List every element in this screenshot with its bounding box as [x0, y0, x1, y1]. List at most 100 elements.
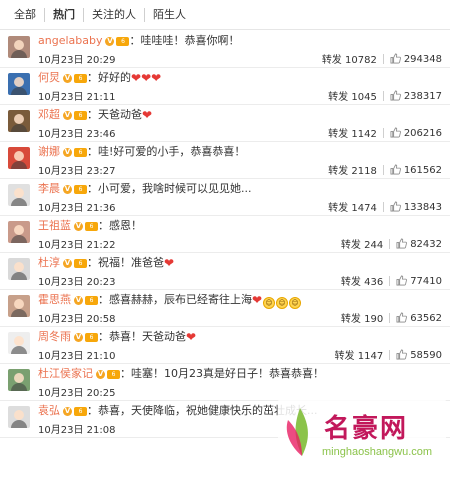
- thumbs-up-icon: [396, 275, 408, 285]
- repost-count: 10782: [345, 55, 377, 66]
- verified-badge-icon: V: [63, 407, 72, 416]
- like-button[interactable]: 206216: [390, 127, 442, 139]
- repost-label: 转发: [334, 351, 355, 362]
- verified-badge-icon: V: [63, 74, 72, 83]
- comment-text: 好好的: [98, 71, 131, 84]
- comment-line: 王祖蓝 V 6 ：感恩！: [38, 219, 142, 232]
- comment-line: 霍思燕 V 6 ：感喜赫赫，辰布已经寄往上海❤ ☺ ☺ ☺: [38, 293, 302, 309]
- comment-list: angelababy V 6 ：哇哇哇！恭喜你啊！ 10月23日 20:29 转发 1…: [0, 31, 450, 438]
- repost-button[interactable]: 转发 10782: [322, 51, 377, 66]
- comment-line: angelababy V 6 ：哇哇哇！恭喜你啊！: [38, 34, 240, 47]
- like-button[interactable]: 82432: [396, 238, 442, 250]
- like-button[interactable]: 161562: [390, 164, 442, 176]
- commenter-name[interactable]: 李晨: [38, 182, 60, 195]
- avatar[interactable]: [8, 332, 30, 354]
- comment-line: 谢娜 V 6 ：哇!好可爱的小手，恭喜恭喜！: [38, 145, 246, 158]
- comment-text: 哇!好可爱的小手，恭喜恭喜！: [98, 145, 246, 158]
- repost-label: 转发: [328, 166, 349, 177]
- like-button[interactable]: 58590: [396, 349, 442, 361]
- avatar[interactable]: [8, 110, 30, 132]
- comment-text: 天爸动爸: [98, 108, 142, 121]
- verified-badge-icon: V: [96, 370, 105, 379]
- commenter-name[interactable]: 周冬雨: [38, 330, 71, 343]
- repost-label: 转发: [340, 314, 361, 325]
- repost-count: 1142: [351, 129, 377, 140]
- repost-button[interactable]: 转发 1045: [328, 88, 377, 103]
- vip-badge-icon: 6: [74, 148, 87, 157]
- avatar[interactable]: [8, 73, 30, 95]
- smiley-emoji-icon: ☺: [276, 297, 289, 309]
- comment-time: 10月23日 20:23: [38, 277, 116, 288]
- thumbs-up-icon: [396, 349, 408, 359]
- avatar[interactable]: [8, 184, 30, 206]
- like-count: 161562: [403, 164, 442, 176]
- comment-actions: 转发 1147 58590: [335, 347, 442, 362]
- comment-row: 杜淳 V 6 ：祝福！准爸爸❤ 10月23日 20:23 转发 436 77410: [0, 253, 450, 290]
- thumbs-up-icon: [390, 90, 401, 100]
- commenter-name[interactable]: 邓超: [38, 108, 60, 121]
- like-count: 133843: [403, 201, 442, 213]
- repost-label: 转发: [321, 55, 342, 66]
- thumbs-up-icon: [390, 127, 401, 137]
- comment-text: 感喜赫赫，辰布已经寄往上海: [109, 293, 252, 306]
- comment-line: 周冬雨 V 6 ：恭喜！天爸动爸❤: [38, 330, 197, 344]
- avatar[interactable]: [8, 406, 30, 428]
- comment-line: 李晨 V 6 ：小可爱，我啥时候可以见见她...: [38, 182, 252, 195]
- repost-count: 1045: [351, 92, 377, 103]
- tab-all[interactable]: 全部: [6, 8, 44, 22]
- comment-time: 10月23日 23:46: [38, 129, 116, 140]
- repost-button[interactable]: 转发 1142: [328, 125, 377, 140]
- leaf-logo-icon: [286, 408, 308, 456]
- avatar[interactable]: [8, 147, 30, 169]
- commenter-name[interactable]: angelababy: [38, 34, 102, 47]
- commenter-name[interactable]: 王祖蓝: [38, 219, 71, 232]
- commenter-name[interactable]: 谢娜: [38, 145, 60, 158]
- repost-count: 1474: [351, 203, 377, 214]
- comment-time: 10月23日 20:25: [38, 388, 116, 399]
- heart-emoji-icon: ❤: [151, 71, 162, 85]
- tab-hot[interactable]: 热门: [44, 7, 83, 22]
- commenter-name[interactable]: 杜淳: [38, 256, 60, 269]
- repost-button[interactable]: 转发 436: [341, 273, 383, 288]
- like-button[interactable]: 238317: [390, 90, 442, 102]
- commenter-name[interactable]: 杜江侯家记: [38, 367, 93, 380]
- like-button[interactable]: 77410: [396, 275, 442, 287]
- like-count: 294348: [403, 53, 442, 65]
- commenter-name[interactable]: 何炅: [38, 71, 60, 84]
- heart-emoji-icon: ❤: [252, 293, 263, 307]
- repost-button[interactable]: 转发 2118: [328, 162, 377, 177]
- comment-time: 10月23日 21:36: [38, 203, 116, 214]
- avatar[interactable]: [8, 258, 30, 280]
- repost-button[interactable]: 转发 1474: [328, 199, 377, 214]
- like-button[interactable]: 133843: [390, 201, 442, 213]
- repost-button[interactable]: 转发 190: [341, 310, 383, 325]
- comment-text: 恭喜！天爸动爸: [109, 330, 186, 343]
- thumbs-up-icon: [390, 164, 401, 174]
- repost-count: 436: [364, 277, 384, 288]
- watermark-url: minghaoshangwu.com: [322, 446, 433, 458]
- commenter-name[interactable]: 霍思燕: [38, 293, 71, 306]
- smiley-emoji-icon: ☺: [289, 297, 302, 309]
- thumbs-up-icon: [396, 312, 408, 322]
- avatar[interactable]: [8, 295, 30, 317]
- avatar[interactable]: [8, 36, 30, 58]
- avatar[interactable]: [8, 221, 30, 243]
- commenter-name[interactable]: 袁弘: [38, 404, 60, 417]
- verified-badge-icon: V: [74, 333, 83, 342]
- thumbs-up-icon: [390, 201, 401, 211]
- repost-count: 2118: [351, 166, 377, 177]
- like-button[interactable]: 294348: [390, 53, 442, 65]
- tab-strangers[interactable]: 陌生人: [144, 7, 194, 22]
- comment-actions: 转发 436 77410: [341, 273, 442, 288]
- comment-line: 袁弘 V 6 ：恭喜，天使降临，祝她健康快乐的茁壮成长...: [38, 404, 318, 417]
- tab-following[interactable]: 关注的人: [83, 7, 144, 22]
- comment-row: 杜江侯家记 V 6 ：哇塞！10月23真是好日子！恭喜恭喜！ 10月23日 20:25: [0, 364, 450, 401]
- repost-button[interactable]: 转发 244: [341, 236, 383, 251]
- repost-button[interactable]: 转发 1147: [335, 347, 384, 362]
- comment-row: 何炅 V 6 ：好好的❤❤❤ 10月23日 21:11 转发 1045 238317: [0, 68, 450, 105]
- avatar[interactable]: [8, 369, 30, 391]
- vip-badge-icon: 6: [107, 370, 120, 379]
- heart-emoji-icon: ❤: [186, 330, 197, 344]
- verified-badge-icon: V: [63, 185, 72, 194]
- like-button[interactable]: 63562: [396, 312, 442, 324]
